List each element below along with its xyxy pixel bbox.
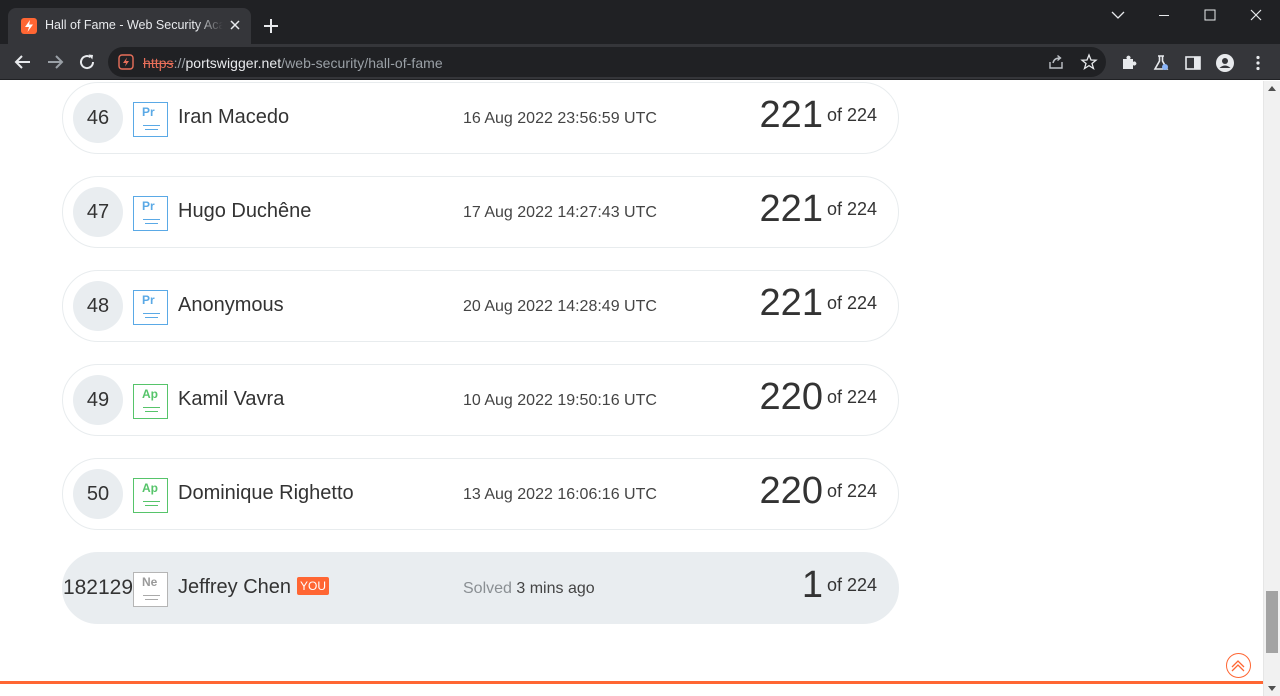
user-name: Iran Macedo (178, 106, 290, 128)
user-name: Hugo Duchêne (178, 200, 312, 222)
score-total: of 224 (826, 199, 877, 219)
portswigger-favicon-icon (21, 18, 37, 34)
new-tab-plus-icon[interactable] (259, 14, 283, 38)
apprentice-level-badge-icon: Ap (133, 384, 168, 419)
score: 221 of 224 (760, 188, 877, 231)
practitioner-level-badge-icon: Pr (133, 196, 168, 231)
reload-icon[interactable] (74, 50, 100, 74)
url-text[interactable]: https://portswigger.net/web-security/hal… (143, 55, 443, 71)
rank-number: 48 (73, 281, 123, 331)
leaderboard-row: 50 Ap Dominique Righetto 13 Aug 2022 16:… (62, 458, 899, 530)
score: 221 of 224 (760, 94, 877, 137)
page-viewport: 46 Pr Iran Macedo 16 Aug 2022 23:56:59 U… (0, 81, 1263, 696)
solved-label: Solved (463, 580, 512, 597)
page-scrollbar[interactable] (1263, 81, 1280, 696)
url-scheme: https (143, 55, 174, 71)
score: 220 of 224 (760, 376, 877, 419)
newcomer-level-badge-icon: Ne (133, 572, 168, 607)
scroll-to-top-chevron-icon[interactable] (1226, 653, 1251, 678)
labs-flask-icon[interactable] (1151, 53, 1171, 73)
current-user-row: 182129 Ne Jeffrey Chen YOU Solved 3 mins … (62, 552, 899, 624)
tab-close-icon[interactable] (227, 17, 243, 33)
user-name: Jeffrey Chen YOU (178, 576, 330, 599)
score-value: 1 (801, 564, 823, 606)
completion-time: 13 Aug 2022 16:06:16 UTC (463, 486, 657, 503)
profile-avatar-icon[interactable] (1215, 53, 1235, 73)
score-value: 221 (759, 188, 823, 230)
browser-tab[interactable]: Hall of Fame - Web Security Academy (8, 8, 251, 44)
not-secure-warning-icon[interactable] (118, 54, 134, 70)
rank-number: 49 (73, 375, 123, 425)
score-value: 220 (759, 376, 823, 418)
completion-time: 16 Aug 2022 23:56:59 UTC (463, 110, 657, 127)
leaderboard-row: 47 Pr Hugo Duchêne 17 Aug 2022 14:27:43 … (62, 176, 899, 248)
score-value: 221 (759, 282, 823, 324)
score-total: of 224 (826, 481, 877, 501)
apprentice-level-badge-icon: Ap (133, 478, 168, 513)
url-path: /web-security/hall-of-fame (281, 55, 443, 71)
score: 221 of 224 (760, 282, 877, 325)
leaderboard-row: 48 Pr Anonymous 20 Aug 2022 14:28:49 UTC… (62, 270, 899, 342)
back-arrow-icon[interactable] (10, 50, 36, 74)
browser-toolbar: https://portswigger.net/web-security/hal… (0, 44, 1280, 80)
address-bar[interactable]: https://portswigger.net/web-security/hal… (108, 47, 1106, 77)
url-host: portswigger.net (185, 55, 282, 71)
current-user-name: Jeffrey Chen (178, 576, 292, 598)
solved-ago: 3 mins ago (516, 580, 595, 597)
tab-title: Hall of Fame - Web Security Academy (45, 18, 223, 32)
rank-number: 47 (73, 187, 123, 237)
level-abbr: Pr (142, 293, 155, 307)
level-abbr: Pr (142, 105, 155, 119)
score: 220 of 224 (760, 470, 877, 513)
level-abbr: Ap (142, 387, 158, 401)
score-value: 220 (759, 470, 823, 512)
url-separator: :// (173, 55, 186, 71)
leaderboard-row: 49 Ap Kamil Vavra 10 Aug 2022 19:50:16 U… (62, 364, 899, 436)
score-total: of 224 (826, 387, 877, 407)
scroll-down-arrow-icon[interactable] (1268, 686, 1276, 691)
practitioner-level-badge-icon: Pr (133, 102, 168, 137)
solved-status: Solved 3 mins ago (463, 580, 595, 598)
share-icon[interactable] (1047, 53, 1065, 71)
minimize-icon[interactable] (1141, 0, 1187, 32)
user-name: Kamil Vavra (178, 388, 285, 410)
maximize-icon[interactable] (1187, 0, 1233, 32)
tab-search-chevron-icon[interactable] (1095, 0, 1141, 32)
you-badge: YOU (297, 577, 330, 595)
score-total: of 224 (826, 105, 877, 125)
side-panel-icon[interactable] (1183, 53, 1203, 73)
user-name: Dominique Righetto (178, 482, 354, 504)
level-abbr: Pr (142, 199, 155, 213)
completion-time: 20 Aug 2022 14:28:49 UTC (463, 298, 657, 315)
completion-time: 10 Aug 2022 19:50:16 UTC (463, 392, 657, 409)
scroll-up-arrow-icon[interactable] (1268, 86, 1276, 91)
close-window-icon[interactable] (1233, 0, 1279, 32)
chrome-menu-kebab-icon[interactable] (1248, 53, 1268, 73)
level-abbr: Ne (142, 575, 158, 589)
forward-arrow-icon[interactable] (42, 50, 68, 74)
rank-number: 50 (73, 469, 123, 519)
score-total: of 224 (826, 575, 877, 595)
extensions-puzzle-icon[interactable] (1119, 53, 1139, 73)
practitioner-level-badge-icon: Pr (133, 290, 168, 325)
bookmark-star-icon[interactable] (1080, 53, 1098, 71)
rank-number: 46 (73, 93, 123, 143)
leaderboard-row: 46 Pr Iran Macedo 16 Aug 2022 23:56:59 U… (62, 82, 899, 154)
user-name: Anonymous (178, 294, 284, 316)
scroll-thumb[interactable] (1266, 591, 1278, 653)
level-abbr: Ap (142, 481, 158, 495)
footer-divider (0, 681, 1263, 684)
browser-titlebar: Hall of Fame - Web Security Academy (0, 0, 1280, 44)
score: 1 of 224 (802, 564, 877, 607)
score-value: 221 (759, 94, 823, 136)
current-user-rank: 182129 (62, 576, 134, 599)
completion-time: 17 Aug 2022 14:27:43 UTC (463, 204, 657, 221)
score-total: of 224 (826, 293, 877, 313)
